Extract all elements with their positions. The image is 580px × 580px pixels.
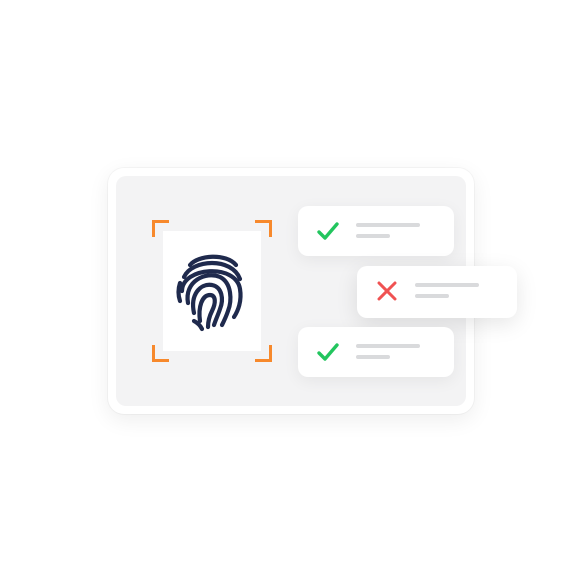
close-icon <box>377 281 397 301</box>
result-card-pass <box>298 327 454 377</box>
result-card-fail <box>357 266 517 318</box>
fingerprint-scanner <box>152 220 272 362</box>
placeholder-line <box>356 223 420 227</box>
check-icon <box>317 343 339 361</box>
fingerprint-card <box>163 231 261 351</box>
fingerprint-icon <box>176 254 243 332</box>
placeholder-line <box>356 234 390 238</box>
check-icon <box>317 222 339 240</box>
verification-illustration <box>0 0 580 580</box>
placeholder-line <box>356 355 390 359</box>
placeholder-line <box>356 344 420 348</box>
placeholder-line <box>415 294 449 298</box>
result-card-pass <box>298 206 454 256</box>
placeholder-line <box>415 283 479 287</box>
